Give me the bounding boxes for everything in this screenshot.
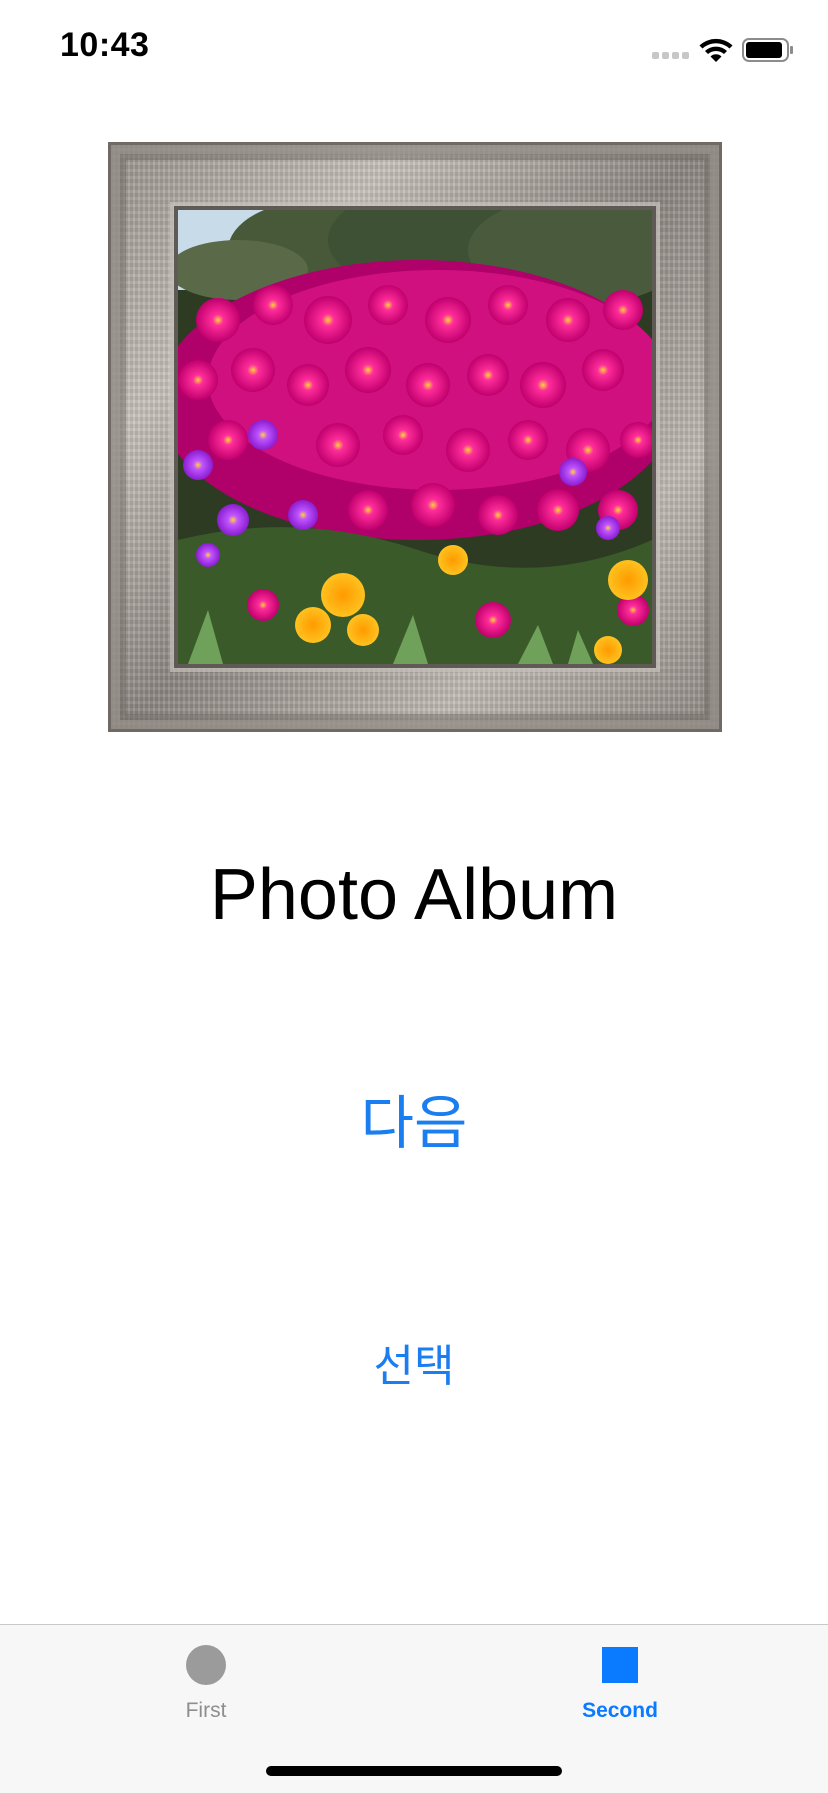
tab-first[interactable]: First (106, 1625, 306, 1735)
status-time: 10:43 (60, 26, 150, 64)
wifi-icon (699, 38, 733, 62)
next-button[interactable]: 다음 (0, 1076, 828, 1160)
tab-second-label: Second (582, 1699, 658, 1722)
page-title: Photo Album (209, 855, 619, 935)
cellular-signal-icon (652, 52, 689, 59)
battery-icon (742, 38, 793, 62)
square-icon (602, 1647, 638, 1683)
select-button[interactable]: 선택 (0, 1330, 828, 1394)
tab-first-label: First (185, 1699, 227, 1722)
photo-frame (108, 142, 722, 732)
circle-icon (186, 1645, 226, 1685)
home-indicator[interactable] (266, 1766, 562, 1776)
tab-second[interactable]: Second (520, 1625, 720, 1735)
status-bar: 10:43 (0, 0, 828, 100)
flower-photo (178, 210, 652, 664)
